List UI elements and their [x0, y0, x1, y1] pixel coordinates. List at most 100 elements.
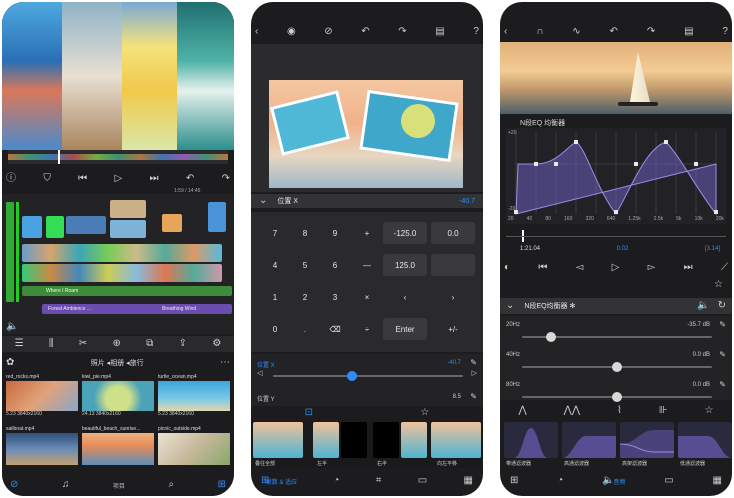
filter-bandpass[interactable] — [504, 422, 558, 458]
band-knob[interactable] — [612, 362, 622, 372]
project-label[interactable]: 项目 — [113, 481, 125, 490]
enter-button[interactable]: Enter — [383, 318, 427, 340]
clip-thumb[interactable] — [22, 216, 42, 238]
layers-icon[interactable]: ▦ — [464, 476, 473, 486]
position-x-slider[interactable] — [273, 375, 463, 377]
help-icon[interactable]: ? — [722, 27, 728, 37]
split-icon[interactable]: ⫼ — [49, 339, 54, 349]
grid-icon[interactable]: ⊞ — [218, 480, 226, 490]
filter-highpass[interactable] — [562, 422, 616, 458]
headphones-icon[interactable]: ∩ — [536, 27, 543, 37]
chevron-left-icon[interactable]: ‹ — [383, 286, 427, 308]
more-icon[interactable]: ⋯ — [220, 358, 230, 368]
clip-thumb[interactable] — [110, 220, 146, 238]
audio-track-music[interactable]: Where I Roam — [22, 286, 232, 296]
preset-thumb[interactable] — [401, 422, 427, 458]
play-icon[interactable]: ▷ — [612, 263, 620, 273]
search-icon[interactable]: ⌕ — [168, 480, 174, 490]
field-min[interactable]: -125.0 — [383, 222, 427, 244]
frame-icon[interactable]: ⊡ — [305, 408, 313, 418]
plus-minus-button[interactable]: +/- — [431, 318, 475, 340]
media-item[interactable]: sailboat.mp4 — [6, 426, 78, 465]
chevron-right-icon[interactable]: › — [431, 286, 475, 308]
help-icon[interactable]: ? — [473, 27, 479, 37]
media-item[interactable]: kiwi_pie.mp4 24.13 3840x2160 — [82, 374, 154, 417]
frame-icon[interactable]: ⊞ — [510, 476, 518, 486]
edit-icon[interactable]: ✎ — [470, 359, 477, 367]
back-icon[interactable]: ‹ — [504, 27, 507, 37]
check-icon[interactable]: ⊘ — [10, 480, 18, 490]
timeline-overview[interactable] — [8, 150, 228, 164]
position-x-knob[interactable] — [347, 371, 357, 381]
chevron-left-icon[interactable]: ◁ — [257, 370, 262, 377]
music-icon[interactable]: ♫ — [62, 480, 70, 490]
volume-icon[interactable]: 🔈 — [6, 316, 18, 334]
clip-thumb[interactable] — [110, 200, 146, 218]
play-icon[interactable]: ▷ — [114, 174, 122, 184]
preset-thumb[interactable] — [341, 422, 367, 458]
flower-icon[interactable]: ✿ — [6, 358, 14, 368]
edit-icon[interactable]: ✎ — [719, 381, 726, 389]
frame-fit-tab[interactable]: 帧数 & 适应 — [266, 477, 297, 486]
eq-graph[interactable]: 20 40 80 160 320 640 1.25k 2.5k 5k 10k 20k +20 -20 — [506, 128, 726, 224]
cut-icon[interactable]: ✂ — [79, 339, 87, 349]
calendar-icon[interactable]: ▤ — [684, 27, 693, 37]
wave-icon[interactable]: ∿ — [572, 27, 580, 37]
monitor-icon[interactable]: ▭ — [418, 476, 427, 486]
clip-thumb[interactable] — [162, 214, 182, 232]
filter-shelf[interactable] — [620, 422, 674, 458]
skip-back-icon[interactable]: ⏮ — [78, 174, 87, 184]
skip-forward-icon[interactable]: ⏭ — [150, 174, 159, 184]
shield-icon[interactable]: ⛉ — [43, 174, 51, 184]
skip-back-icon[interactable]: ⏮ — [538, 263, 547, 273]
star-icon[interactable]: ☆ — [420, 408, 429, 418]
back-icon[interactable]: ‹ — [255, 27, 258, 37]
media-item[interactable]: red_rocks.mp4 5.23 3840x2160 — [6, 374, 78, 417]
audio-track-ambience[interactable]: Forest Ambience ... Breathing Wind — [42, 304, 232, 314]
undo-icon[interactable]: ↶ — [186, 174, 194, 184]
speed-icon[interactable]: ◔ — [557, 476, 563, 486]
star-icon[interactable]: ☆ — [714, 280, 723, 290]
clip-track[interactable] — [22, 264, 222, 282]
speaker-icon[interactable]: ⊪ — [659, 406, 668, 416]
chevron-down-icon[interactable]: ⌄ — [259, 196, 267, 206]
speed-icon[interactable]: ◔ — [333, 476, 339, 486]
band-knob[interactable] — [612, 392, 622, 402]
clip-thumb[interactable] — [66, 216, 106, 234]
star-icon[interactable]: ☆ — [705, 406, 714, 416]
playhead-bar[interactable] — [500, 228, 732, 244]
edit-icon[interactable]: ✎ — [719, 351, 726, 359]
media-item[interactable]: turtle_ocean.mp4 5.23 3840x2160 — [158, 374, 230, 417]
media-item[interactable]: picnic_outside.mp4 — [158, 426, 230, 465]
step-forward-icon[interactable]: ▻ — [648, 263, 656, 273]
album-breadcrumb[interactable]: 照片 ◂相册 ◂旅行 — [91, 358, 144, 368]
clip-track[interactable] — [22, 244, 222, 262]
field-zero[interactable]: 0.0 — [431, 222, 475, 244]
undo-icon[interactable]: ↶ — [361, 27, 369, 37]
undo-icon[interactable]: ↶ — [610, 27, 618, 37]
copy-icon[interactable]: ⧉ — [146, 339, 153, 349]
audio-tab[interactable]: 音频 — [613, 477, 625, 486]
clip-thumb[interactable] — [46, 216, 64, 238]
shelf-icon[interactable]: ⌇ — [617, 406, 622, 416]
reset-icon[interactable]: ↻ — [718, 301, 726, 311]
redo-icon[interactable]: ↷ — [647, 27, 655, 37]
eye-off-icon[interactable]: ⊘ — [324, 27, 332, 37]
filter-lowpass[interactable] — [678, 422, 732, 458]
canvas-preview[interactable] — [251, 44, 483, 192]
step-back-icon[interactable]: ◅ — [576, 263, 584, 273]
chevron-down-icon[interactable]: ⌄ — [506, 301, 514, 311]
eye-icon[interactable]: ◉ — [287, 27, 296, 37]
speaker-icon[interactable]: 🔈 — [697, 301, 709, 311]
edit-icon[interactable]: ✎ — [470, 393, 477, 401]
list-icon[interactable]: ☰ — [15, 339, 24, 349]
clip-thumb[interactable] — [208, 202, 226, 232]
chevron-right-icon[interactable]: ▷ — [472, 370, 477, 377]
highpass-icon[interactable]: ⋀⋀ — [564, 406, 580, 416]
skip-forward-icon[interactable]: ⏭ — [684, 263, 693, 273]
add-icon[interactable]: ⊕ — [113, 339, 121, 349]
timeline-tracks[interactable]: Where I Roam Forest Ambience ... Breathi… — [2, 194, 234, 334]
loop-icon[interactable]: ◐ — [504, 263, 510, 273]
preset-thumb[interactable] — [253, 422, 303, 458]
keyframe-icon[interactable]: ⟋ — [721, 263, 728, 273]
